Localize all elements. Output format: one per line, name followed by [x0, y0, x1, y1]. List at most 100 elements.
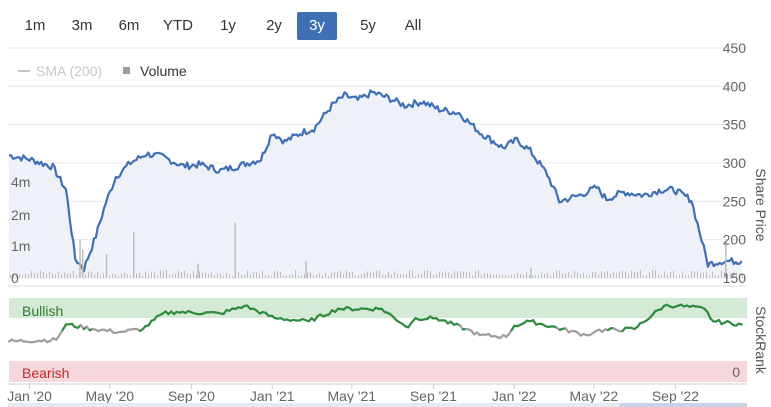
volume-bar: [277, 270, 278, 278]
volume-bar: [556, 270, 557, 278]
volume-bar: [313, 275, 314, 278]
volume-bar: [472, 275, 473, 278]
volume-bar: [679, 274, 680, 278]
volume-bar: [535, 275, 536, 278]
volume-bar: [502, 274, 503, 278]
volume-bar: [211, 272, 212, 278]
volume-bar: [73, 270, 74, 278]
volume-bar: [256, 272, 257, 278]
volume-bar: [202, 272, 203, 278]
volume-bar: [118, 275, 119, 278]
volume-bar: [193, 271, 194, 278]
bearish-band: [9, 361, 747, 382]
volume-bar: [658, 274, 659, 278]
volume-bar: [523, 275, 524, 278]
volume-bar: [559, 270, 560, 278]
x-axis-tick-label: Jan '22: [492, 388, 537, 404]
volume-bar: [331, 272, 332, 278]
volume-bar: [289, 274, 290, 278]
volume-bar: [97, 271, 98, 278]
x-axis-tick-label: May '20: [85, 388, 134, 404]
navigator-handle[interactable]: [620, 403, 747, 407]
volume-bar: [475, 271, 476, 278]
volume-bar: [712, 271, 713, 278]
volume-bar: [337, 271, 338, 278]
volume-bar: [667, 274, 668, 278]
x-axis-tick-label: Sep '22: [652, 388, 699, 404]
volume-bar: [22, 275, 23, 278]
volume-bar: [292, 274, 293, 278]
volume-bar: [634, 271, 635, 278]
volume-bar: [544, 274, 545, 278]
volume-bar: [349, 272, 350, 278]
volume-bar: [283, 275, 284, 278]
price-axis-tick: 200: [723, 232, 747, 248]
volume-bar: [81, 249, 84, 278]
volume-bar: [295, 270, 296, 278]
x-axis-tick-label: Jan '20: [7, 388, 52, 404]
volume-bar: [121, 273, 122, 278]
volume-bar: [280, 272, 281, 278]
volume-bar: [568, 272, 569, 278]
volume-bar: [709, 275, 710, 278]
volume-bar: [520, 273, 521, 278]
price-axis-tick: 300: [723, 155, 747, 171]
volume-bar: [493, 275, 494, 278]
volume-bar: [577, 272, 578, 278]
volume-bar: [382, 274, 383, 278]
volume-bar: [199, 271, 200, 278]
volume-bar: [112, 273, 113, 278]
volume-bar: [448, 272, 449, 278]
volume-legend-swatch[interactable]: [123, 67, 130, 74]
volume-bar: [586, 275, 587, 278]
share-price-axis-title: Share Price: [753, 168, 769, 241]
volume-bar: [439, 271, 440, 278]
volume-bar: [175, 273, 176, 278]
volume-bar: [649, 272, 650, 278]
stockrank-segment: [737, 322, 743, 326]
volume-bar: [388, 271, 389, 278]
volume-bar: [361, 274, 362, 278]
volume-bar: [238, 272, 239, 278]
volume-bar: [132, 232, 135, 278]
volume-bar: [103, 273, 104, 278]
volume-bar: [550, 275, 551, 278]
volume-bar: [646, 275, 647, 278]
volume-bar: [406, 274, 407, 278]
volume-bar: [652, 270, 653, 278]
volume-bar: [58, 271, 59, 278]
volume-bar: [352, 271, 353, 278]
volume-bar: [232, 275, 233, 278]
volume-bar: [565, 272, 566, 278]
volume-bar: [328, 275, 329, 278]
legend-volume-label[interactable]: Volume: [140, 63, 187, 79]
volume-bar: [415, 275, 416, 278]
volume-bar: [325, 273, 326, 278]
legend-sma-label[interactable]: SMA (200): [36, 63, 102, 79]
volume-bar: [403, 274, 404, 278]
volume-bar: [305, 261, 307, 278]
volume-bar: [79, 239, 81, 278]
volume-bar: [571, 275, 572, 278]
volume-bar: [241, 274, 242, 278]
volume-bar: [88, 271, 89, 278]
volume-bar: [316, 274, 317, 278]
bearish-label: Bearish: [22, 365, 69, 381]
chart-legend: SMA (200) Volume: [18, 63, 187, 79]
volume-bar: [631, 270, 632, 278]
volume-bar: [184, 270, 185, 278]
volume-bar: [451, 274, 452, 278]
price-axis-tick: 150: [723, 270, 747, 286]
volume-bar: [592, 272, 593, 278]
volume-bar: [34, 273, 35, 278]
volume-bar: [127, 274, 128, 278]
volume-bar: [91, 271, 92, 278]
volume-bar: [247, 270, 248, 278]
volume-bar: [304, 274, 305, 278]
x-axis-tick-label: Sep '21: [410, 388, 457, 404]
volume-bar: [454, 271, 455, 278]
volume-bar: [142, 275, 143, 278]
volume-bar: [445, 271, 446, 278]
volume-bar: [604, 271, 605, 278]
volume-bar: [52, 273, 53, 278]
